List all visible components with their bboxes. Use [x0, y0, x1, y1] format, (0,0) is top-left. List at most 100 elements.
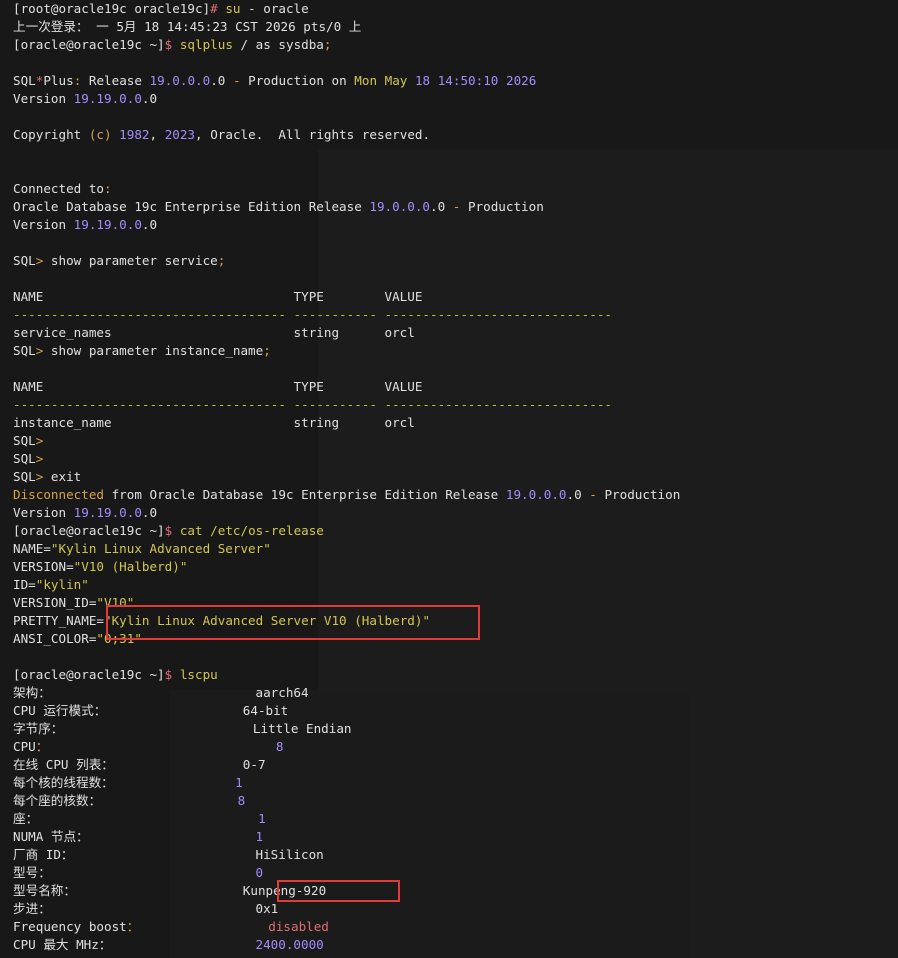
terminal-text-segment: Disconnected: [13, 487, 104, 502]
terminal-text-segment: #: [210, 1, 226, 16]
terminal-text-segment: Version: [13, 91, 74, 106]
terminal-text-segment: $: [164, 523, 180, 538]
terminal-text-segment: 8: [237, 793, 246, 808]
terminal-text-segment: ;: [323, 37, 332, 52]
terminal-text-segment: 14:50:10: [437, 73, 499, 88]
terminal-text-segment: .0: [141, 217, 158, 232]
terminal-line: Frequency boost： disabled: [13, 918, 898, 936]
terminal-line: PRETTY_NAME="Kylin Linux Advanced Server…: [13, 612, 898, 630]
terminal-line: 步进： 0x1: [13, 900, 898, 918]
terminal-text-segment: SQL: [13, 451, 36, 466]
terminal-line: 架构： aarch64: [13, 684, 898, 702]
terminal-text-segment: -: [589, 487, 597, 502]
terminal-text-segment: Version: [13, 217, 74, 232]
terminal-line: Version 19.19.0.0.0: [13, 90, 898, 108]
terminal-text-segment: (c): [88, 127, 112, 142]
terminal-text-segment: cat: [179, 523, 203, 538]
terminal-text-segment: 字节序： Little Endian: [13, 721, 352, 736]
terminal-line: CPU： 8: [13, 738, 898, 756]
terminal-text-segment: .0: [141, 505, 158, 520]
terminal-text-segment: .0: [210, 73, 233, 88]
terminal-text-segment: ,: [149, 127, 165, 142]
terminal-line: SQL*Plus: Release 19.0.0.0.0 - Productio…: [13, 72, 898, 90]
terminal-text-segment: su: [225, 1, 241, 16]
terminal-text-segment: 型号：: [13, 865, 256, 880]
terminal-line: Version 19.19.0.0.0: [13, 504, 898, 522]
terminal-line: CPU 最大 MHz： 2400.0000: [13, 936, 898, 954]
terminal-text-segment: ------------------------------------ ---…: [13, 397, 612, 412]
terminal-text-segment: 上一次登录： 一 5月 18 14:45:23 CST 2026 pts/0 上: [13, 19, 362, 34]
terminal-text-segment: show parameter service: [43, 253, 218, 268]
terminal-line: VERSION="V10 (Halberd)": [13, 558, 898, 576]
terminal-text-segment: 19.0.0.0: [505, 487, 567, 502]
terminal-text-segment: SQL: [13, 433, 36, 448]
terminal-text-segment: 18: [414, 73, 431, 88]
terminal-text-segment: Release: [81, 73, 150, 88]
terminal-text-segment: 厂商 ID： HiSilicon: [13, 847, 324, 862]
terminal-text-segment: instance_name string orcl: [13, 415, 415, 430]
terminal-line: Disconnected from Oracle Database 19c En…: [13, 486, 898, 504]
terminal-text-segment: , Oracle. All rights reserved.: [195, 127, 431, 142]
terminal-text-segment: NUMA 节点：: [13, 829, 256, 844]
terminal-text-segment: .0: [141, 91, 158, 106]
terminal-text-segment: VERSION_ID=: [13, 595, 97, 610]
terminal-text-segment: CPU 运行模式： 64-bit: [13, 703, 289, 718]
terminal-text-segment: /etc/os-release: [202, 523, 324, 538]
terminal-line: SQL> exit: [13, 468, 898, 486]
terminal-text-segment: 2400.0000: [255, 937, 324, 952]
terminal-line: Version 19.19.0.0.0: [13, 216, 898, 234]
terminal-text-segment: "0;31": [96, 631, 142, 646]
terminal-text-segment: Connected to: [13, 181, 104, 196]
terminal-text-segment: Copyright: [13, 127, 89, 142]
terminal-text-segment: exit: [43, 469, 82, 484]
terminal-line: NUMA 节点： 1: [13, 828, 898, 846]
terminal-text-segment: Plus: [43, 73, 74, 88]
terminal-text-segment: lscpu: [179, 667, 218, 682]
terminal-text-segment: SQL: [13, 73, 36, 88]
terminal-line: 型号： 0: [13, 864, 898, 882]
terminal-text-segment: [oracle@oracle19c ~]: [13, 523, 165, 538]
terminal-text-segment: Version: [13, 505, 74, 520]
terminal-line: NAME TYPE VALUE: [13, 288, 898, 306]
terminal-text-segment: 1982: [119, 127, 150, 142]
terminal-line: ANSI_COLOR="0;31": [13, 630, 898, 648]
terminal-text-segment: - oracle: [240, 1, 309, 16]
terminal-text-segment: Oracle Database 19c Enterprise Edition R…: [13, 199, 370, 214]
terminal-text-segment: NAME TYPE VALUE: [13, 289, 423, 304]
terminal-line: NAME="Kylin Linux Advanced Server": [13, 540, 898, 558]
terminal-output[interactable]: [root@oracle19c oracle19c]# su - oracle 上…: [0, 0, 898, 954]
terminal-line: [oracle@oracle19c ~]$ lscpu: [13, 666, 898, 684]
terminal-text-segment: 在线 CPU 列表： 0-7: [13, 757, 266, 772]
terminal-text-segment: 19.0.0.0: [149, 73, 211, 88]
terminal-text-segment: 每个核的线程数：: [13, 775, 236, 790]
terminal-text-segment: Mon May: [354, 73, 415, 88]
terminal-text-segment: "kylin": [35, 577, 89, 592]
terminal-text-segment: 座：: [13, 811, 259, 826]
terminal-text-segment: ------------------------------------ ---…: [13, 307, 612, 322]
terminal-line: SQL>: [13, 432, 898, 450]
terminal-text-segment: :: [104, 181, 112, 196]
terminal-line: instance_name string orcl: [13, 414, 898, 432]
terminal-line: SQL> show parameter service;: [13, 252, 898, 270]
terminal-line: NAME TYPE VALUE: [13, 378, 898, 396]
terminal-text-segment: .0: [430, 199, 453, 214]
terminal-text-segment: 每个座的核数：: [13, 793, 238, 808]
terminal-text-segment: 2026: [505, 73, 537, 88]
terminal-text-segment: / as sysdba: [232, 37, 324, 52]
terminal-text-segment: $: [164, 667, 180, 682]
terminal-line: Connected to:: [13, 180, 898, 198]
terminal-text-segment: -: [232, 73, 241, 88]
terminal-line: 上一次登录： 一 5月 18 14:45:23 CST 2026 pts/0 上: [13, 18, 898, 36]
terminal-text-segment: 19.19.0.0: [73, 217, 142, 232]
terminal-text-segment: sqlplus: [179, 37, 233, 52]
terminal-line: ID="kylin": [13, 576, 898, 594]
terminal-text-segment: 步进： 0x1: [13, 901, 279, 916]
terminal-text-segment: "V10": [96, 595, 135, 610]
terminal-text-segment: ANSI_COLOR=: [13, 631, 97, 646]
terminal-line: ------------------------------------ ---…: [13, 306, 898, 324]
terminal-text-segment: CPU 最大 MHz：: [13, 937, 256, 952]
